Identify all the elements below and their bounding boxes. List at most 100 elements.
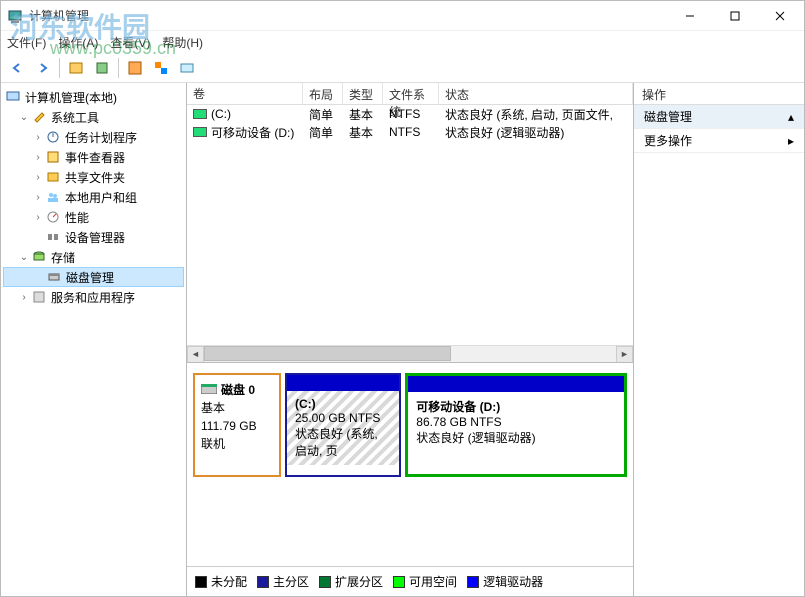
col-type[interactable]: 类型 bbox=[343, 83, 383, 104]
tree-root[interactable]: 计算机管理(本地) bbox=[3, 87, 184, 107]
tree-label: 设备管理器 bbox=[65, 229, 125, 246]
action-label: 更多操作 bbox=[644, 132, 692, 149]
storage-icon bbox=[31, 249, 47, 265]
device-icon bbox=[45, 229, 61, 245]
col-status[interactable]: 状态 bbox=[439, 83, 633, 104]
performance-icon bbox=[45, 209, 61, 225]
scroll-left-arrow[interactable]: ◄ bbox=[187, 346, 204, 363]
tree-event-viewer[interactable]: › 事件查看器 bbox=[3, 147, 184, 167]
up-arrow-icon: ▴ bbox=[788, 110, 794, 124]
vol-fs: NTFS bbox=[383, 124, 439, 140]
menu-view[interactable]: 查看(V) bbox=[110, 34, 150, 51]
nav-tree: 计算机管理(本地) ⌄ 系统工具 › 任务计划程序 › 事件查看器 › 共享文件… bbox=[1, 83, 187, 596]
legend-extended: 扩展分区 bbox=[319, 573, 383, 590]
tree-device-manager[interactable]: 设备管理器 bbox=[3, 227, 184, 247]
actions-header: 操作 bbox=[634, 83, 804, 105]
partition-name: (C:) bbox=[295, 397, 391, 411]
disk-header-box[interactable]: 磁盘 0 基本 111.79 GB 联机 bbox=[193, 373, 281, 477]
legend-unallocated: 未分配 bbox=[195, 573, 247, 590]
volume-header: 卷 布局 类型 文件系统 状态 bbox=[187, 83, 633, 105]
toolbar-btn-3[interactable] bbox=[123, 56, 147, 80]
tree-shared-folders[interactable]: › 共享文件夹 bbox=[3, 167, 184, 187]
wrench-icon bbox=[31, 109, 47, 125]
tree-label: 任务计划程序 bbox=[65, 129, 137, 146]
menu-help[interactable]: 帮助(H) bbox=[162, 34, 203, 51]
partition-legend: 未分配 主分区 扩展分区 可用空间 逻辑驱动器 bbox=[187, 566, 633, 596]
collapse-icon[interactable]: ⌄ bbox=[17, 252, 31, 263]
partition-c[interactable]: (C:) 25.00 GB NTFS 状态良好 (系统, 启动, 页 bbox=[285, 373, 401, 477]
blank-toggle bbox=[32, 272, 46, 283]
disk-title: 磁盘 0 bbox=[201, 381, 273, 398]
partition-stripe bbox=[408, 376, 624, 392]
partition-stripe bbox=[287, 375, 399, 391]
tree-label: 存储 bbox=[51, 249, 75, 266]
toolbar-separator bbox=[118, 58, 119, 78]
disk-icon bbox=[46, 269, 62, 285]
col-volume[interactable]: 卷 bbox=[187, 83, 303, 104]
tree-local-users[interactable]: › 本地用户和组 bbox=[3, 187, 184, 207]
menu-action[interactable]: 操作(A) bbox=[58, 34, 98, 51]
tree-label: 磁盘管理 bbox=[66, 269, 114, 286]
scroll-track[interactable] bbox=[204, 346, 616, 363]
tree-storage[interactable]: ⌄ 存储 bbox=[3, 247, 184, 267]
tree-performance[interactable]: › 性能 bbox=[3, 207, 184, 227]
disk-icon bbox=[201, 383, 217, 397]
users-icon bbox=[45, 189, 61, 205]
horizontal-scrollbar[interactable]: ◄ ► bbox=[187, 345, 633, 362]
partition-container: (C:) 25.00 GB NTFS 状态良好 (系统, 启动, 页 可移动设备… bbox=[285, 373, 627, 477]
action-label: 磁盘管理 bbox=[644, 108, 692, 125]
legend-logical: 逻辑驱动器 bbox=[467, 573, 543, 590]
menubar: 文件(F) 操作(A) 查看(V) 帮助(H) bbox=[1, 31, 804, 53]
right-arrow-icon: ▸ bbox=[788, 134, 794, 148]
expand-icon[interactable]: › bbox=[31, 132, 45, 143]
maximize-button[interactable] bbox=[712, 1, 757, 30]
expand-icon[interactable]: › bbox=[17, 292, 31, 303]
partition-name: 可移动设备 (D:) bbox=[416, 398, 616, 415]
forward-button[interactable] bbox=[31, 56, 55, 80]
expand-icon[interactable]: › bbox=[31, 192, 45, 203]
tree-disk-management[interactable]: 磁盘管理 bbox=[3, 267, 184, 287]
toolbar-btn-5[interactable] bbox=[175, 56, 199, 80]
titlebar: 计算机管理 bbox=[1, 1, 804, 31]
partition-d[interactable]: 可移动设备 (D:) 86.78 GB NTFS 状态良好 (逻辑驱动器) bbox=[405, 373, 627, 477]
main-panel: 卷 布局 类型 文件系统 状态 (C:) 简单 基本 NTFS 状态良好 (系统… bbox=[187, 83, 634, 596]
toolbar-btn-1[interactable] bbox=[64, 56, 88, 80]
collapse-icon[interactable]: ⌄ bbox=[17, 112, 31, 123]
back-button[interactable] bbox=[5, 56, 29, 80]
actions-more[interactable]: 更多操作 ▸ bbox=[634, 129, 804, 153]
app-window: 计算机管理 文件(F) 操作(A) 查看(V) 帮助(H) 计算机管理(本地) … bbox=[0, 0, 805, 597]
actions-disk-management[interactable]: 磁盘管理 ▴ bbox=[634, 105, 804, 129]
minimize-button[interactable] bbox=[667, 1, 712, 30]
window-title: 计算机管理 bbox=[29, 7, 667, 24]
tree-label: 事件查看器 bbox=[65, 149, 125, 166]
toolbar-btn-2[interactable] bbox=[90, 56, 114, 80]
tree-services[interactable]: › 服务和应用程序 bbox=[3, 287, 184, 307]
expand-icon[interactable]: › bbox=[31, 172, 45, 183]
volume-icon bbox=[193, 109, 207, 119]
vol-fs: NTFS bbox=[383, 106, 439, 122]
volume-rows: (C:) 简单 基本 NTFS 状态良好 (系统, 启动, 页面文件, 可移动设… bbox=[187, 105, 633, 345]
col-filesystem[interactable]: 文件系统 bbox=[383, 83, 439, 104]
tree-task-scheduler[interactable]: › 任务计划程序 bbox=[3, 127, 184, 147]
expand-icon[interactable]: › bbox=[31, 152, 45, 163]
toolbar-btn-4[interactable] bbox=[149, 56, 173, 80]
volume-row[interactable]: 可移动设备 (D:) 简单 基本 NTFS 状态良好 (逻辑驱动器) bbox=[187, 123, 633, 141]
close-button[interactable] bbox=[757, 1, 802, 30]
scroll-right-arrow[interactable]: ► bbox=[616, 346, 633, 363]
scroll-thumb[interactable] bbox=[204, 346, 451, 361]
menu-file[interactable]: 文件(F) bbox=[7, 34, 46, 51]
computer-icon bbox=[5, 89, 21, 105]
tree-label: 共享文件夹 bbox=[65, 169, 125, 186]
tree-system-tools[interactable]: ⌄ 系统工具 bbox=[3, 107, 184, 127]
expand-icon[interactable]: › bbox=[31, 212, 45, 223]
blank-toggle bbox=[31, 232, 45, 243]
clock-icon bbox=[45, 129, 61, 145]
disk-row: 磁盘 0 基本 111.79 GB 联机 (C:) 25.00 GB NTFS bbox=[193, 373, 627, 477]
vol-status: 状态良好 (系统, 启动, 页面文件, bbox=[439, 105, 633, 124]
col-layout[interactable]: 布局 bbox=[303, 83, 343, 104]
app-icon bbox=[7, 8, 23, 24]
partition-size: 86.78 GB NTFS bbox=[416, 415, 616, 429]
tree-label: 计算机管理(本地) bbox=[25, 89, 117, 106]
event-icon bbox=[45, 149, 61, 165]
volume-row[interactable]: (C:) 简单 基本 NTFS 状态良好 (系统, 启动, 页面文件, bbox=[187, 105, 633, 123]
